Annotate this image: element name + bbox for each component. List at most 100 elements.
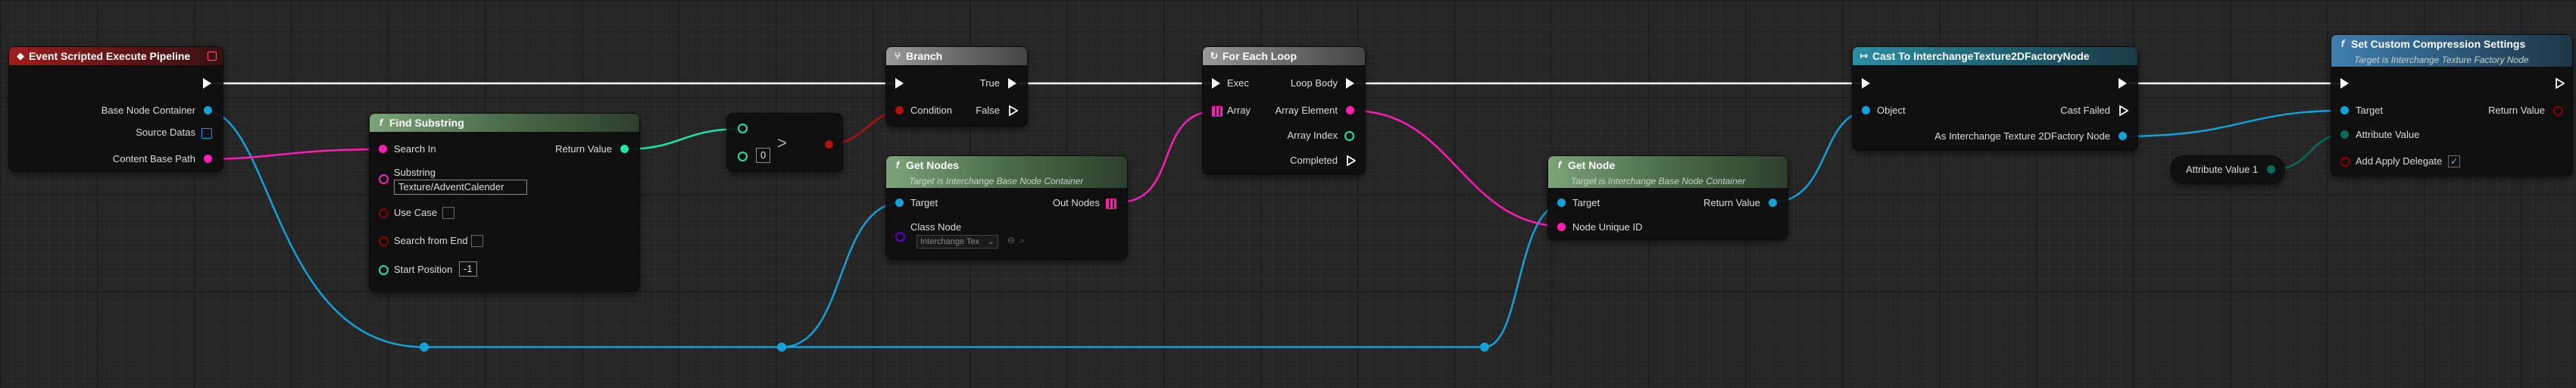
base-node-container-pin[interactable]: [204, 106, 212, 114]
loop-body-pin[interactable]: [1346, 78, 1354, 89]
completed-pin[interactable]: [1347, 155, 1356, 166]
out-nodes-pin[interactable]: [1106, 199, 1116, 209]
event-exec-out-pin[interactable]: [203, 78, 211, 89]
attribute-value-node[interactable]: Attribute Value 1: [2171, 156, 2284, 183]
get-nodes-title: Get Nodes: [906, 159, 960, 171]
node-unique-id-label: Node Unique ID: [1572, 221, 1643, 233]
exec-label: Exec: [1227, 77, 1249, 89]
for-each-exec-in-pin[interactable]: [1212, 78, 1220, 89]
search-from-end-checkbox[interactable]: [471, 235, 483, 247]
source-datas-pin[interactable]: [201, 128, 212, 139]
int-wire-return-greater: [623, 127, 743, 151]
source-datas-label: Source Datas: [136, 127, 195, 138]
greater-b-input[interactable]: 0: [756, 148, 771, 163]
set-target-label: Target: [2356, 105, 2384, 116]
as-node-label: As Interchange Texture 2DFactory Node: [1934, 130, 2110, 142]
search-in-pin[interactable]: [379, 145, 387, 153]
content-base-path-pin[interactable]: [204, 155, 212, 163]
content-base-path-label: Content Base Path: [112, 153, 195, 164]
cast-to-texture-factory-node[interactable]: ↦ Cast To InterchangeTexture2DFactoryNod…: [1853, 47, 2137, 150]
event-scripted-execute-pipeline-node[interactable]: ◆ Event Scripted Execute Pipeline Base N…: [9, 47, 223, 171]
set-compression-header[interactable]: f Set Custom Compression Settings Target…: [2331, 35, 2572, 67]
browse-search-icon[interactable]: ⌕: [1019, 235, 1025, 246]
get-nodes-header[interactable]: f Get Nodes Target is Interchange Base N…: [886, 156, 1127, 188]
condition-pin[interactable]: [895, 106, 904, 114]
branch-node[interactable]: ⑂ Branch True Condition False: [886, 47, 1027, 126]
use-case-checkbox[interactable]: [442, 207, 454, 219]
cast-object-pin[interactable]: [1862, 106, 1870, 114]
greater-result-pin[interactable]: [825, 140, 833, 149]
array-element-label: Array Element: [1275, 105, 1338, 116]
branch-false-pin[interactable]: [1009, 105, 1018, 116]
branch-true-pin[interactable]: [1008, 78, 1016, 89]
class-node-dropdown[interactable]: Interchange Tex ⌄: [916, 235, 998, 249]
array-element-pin[interactable]: [1346, 106, 1354, 114]
set-custom-compression-node[interactable]: f Set Custom Compression Settings Target…: [2331, 35, 2572, 176]
cast-header[interactable]: ↦ Cast To InterchangeTexture2DFactoryNod…: [1853, 47, 2137, 65]
greater-b-pin[interactable]: [738, 152, 748, 161]
get-node-node[interactable]: f Get Node Target is Interchange Base No…: [1548, 156, 1788, 239]
array-index-label: Array Index: [1287, 130, 1338, 141]
get-node-return-pin[interactable]: [1769, 199, 1777, 207]
reroute-knot-2[interactable]: [777, 343, 786, 352]
branch-title: Branch: [906, 50, 943, 62]
find-substring-node[interactable]: f Find Substring Search In Return Value …: [370, 114, 639, 291]
object-wire-to-getnodes: [781, 201, 904, 349]
substring-pin[interactable]: [379, 174, 389, 184]
event-close-icon[interactable]: [208, 52, 217, 61]
reroute-knot-3[interactable]: [1480, 343, 1489, 352]
branch-exec-in-pin[interactable]: [895, 78, 904, 89]
set-attribute-value-label: Attribute Value: [2356, 129, 2420, 140]
set-return-pin[interactable]: [2553, 106, 2563, 116]
get-nodes-node[interactable]: f Get Nodes Target is Interchange Base N…: [886, 156, 1127, 259]
string-wire-path-search: [204, 148, 383, 161]
cast-failed-label: Cast Failed: [2060, 105, 2110, 116]
use-case-pin[interactable]: [379, 208, 389, 218]
array-index-pin[interactable]: [1344, 131, 1354, 141]
greater-a-pin[interactable]: [738, 124, 748, 133]
array-pin[interactable]: [1212, 106, 1222, 117]
get-node-target-pin[interactable]: [1557, 199, 1566, 207]
set-return-label: Return Value: [2488, 105, 2545, 116]
get-nodes-subtitle: Target is Interchange Base Node Containe…: [909, 176, 1084, 186]
object-wire-cast-set: [2120, 109, 2346, 138]
substring-input[interactable]: Texture/AdventCalender: [394, 180, 527, 195]
substring-label: Substring: [394, 167, 436, 178]
add-apply-delegate-checkbox[interactable]: ✓: [2448, 155, 2460, 167]
search-from-end-label: Search from End: [394, 235, 468, 246]
cast-arrows-icon: ↦: [1859, 50, 1869, 61]
start-position-input[interactable]: -1: [459, 261, 477, 277]
branch-header[interactable]: ⑂ Branch: [886, 47, 1027, 65]
as-node-pin[interactable]: [2119, 132, 2127, 140]
find-substring-title: Find Substring: [389, 117, 464, 129]
use-selected-icon[interactable]: ⊖: [1007, 235, 1015, 246]
blueprint-graph-canvas[interactable]: ◆ Event Scripted Execute Pipeline Base N…: [0, 0, 2576, 388]
get-nodes-target-pin[interactable]: [895, 199, 904, 207]
cast-exec-in-pin[interactable]: [1862, 78, 1870, 89]
find-return-value-pin[interactable]: [620, 145, 629, 153]
node-unique-id-pin[interactable]: [1557, 223, 1566, 231]
get-node-title: Get Node: [1568, 159, 1616, 171]
class-node-pin[interactable]: [895, 232, 905, 242]
event-node-header[interactable]: ◆ Event Scripted Execute Pipeline: [9, 47, 223, 65]
for-each-header[interactable]: ↻ For Each Loop: [1203, 47, 1365, 65]
add-apply-delegate-pin[interactable]: [2340, 157, 2350, 167]
loop-body-label: Loop Body: [1290, 77, 1338, 89]
start-position-pin[interactable]: [379, 265, 389, 275]
greater-than-node[interactable]: 0 >: [727, 114, 842, 171]
for-each-loop-node[interactable]: ↻ For Each Loop Exec Loop Body Array Arr…: [1203, 47, 1365, 174]
attribute-value-out-pin[interactable]: [2267, 165, 2275, 174]
reroute-knot-1[interactable]: [420, 343, 429, 352]
search-from-end-pin[interactable]: [379, 236, 389, 246]
cast-exec-out-pin[interactable]: [2119, 78, 2127, 89]
false-label: False: [976, 105, 1000, 116]
set-target-pin[interactable]: [2340, 106, 2349, 114]
set-exec-in-pin[interactable]: [2340, 78, 2349, 89]
set-compression-title: Set Custom Compression Settings: [2351, 38, 2526, 50]
find-substring-header[interactable]: f Find Substring: [370, 114, 639, 132]
set-attribute-value-pin[interactable]: [2340, 130, 2349, 139]
function-icon: f: [1557, 159, 1562, 171]
get-node-header[interactable]: f Get Node Target is Interchange Base No…: [1548, 156, 1788, 188]
set-exec-out-pin[interactable]: [2556, 78, 2565, 89]
cast-failed-pin[interactable]: [2119, 105, 2128, 116]
